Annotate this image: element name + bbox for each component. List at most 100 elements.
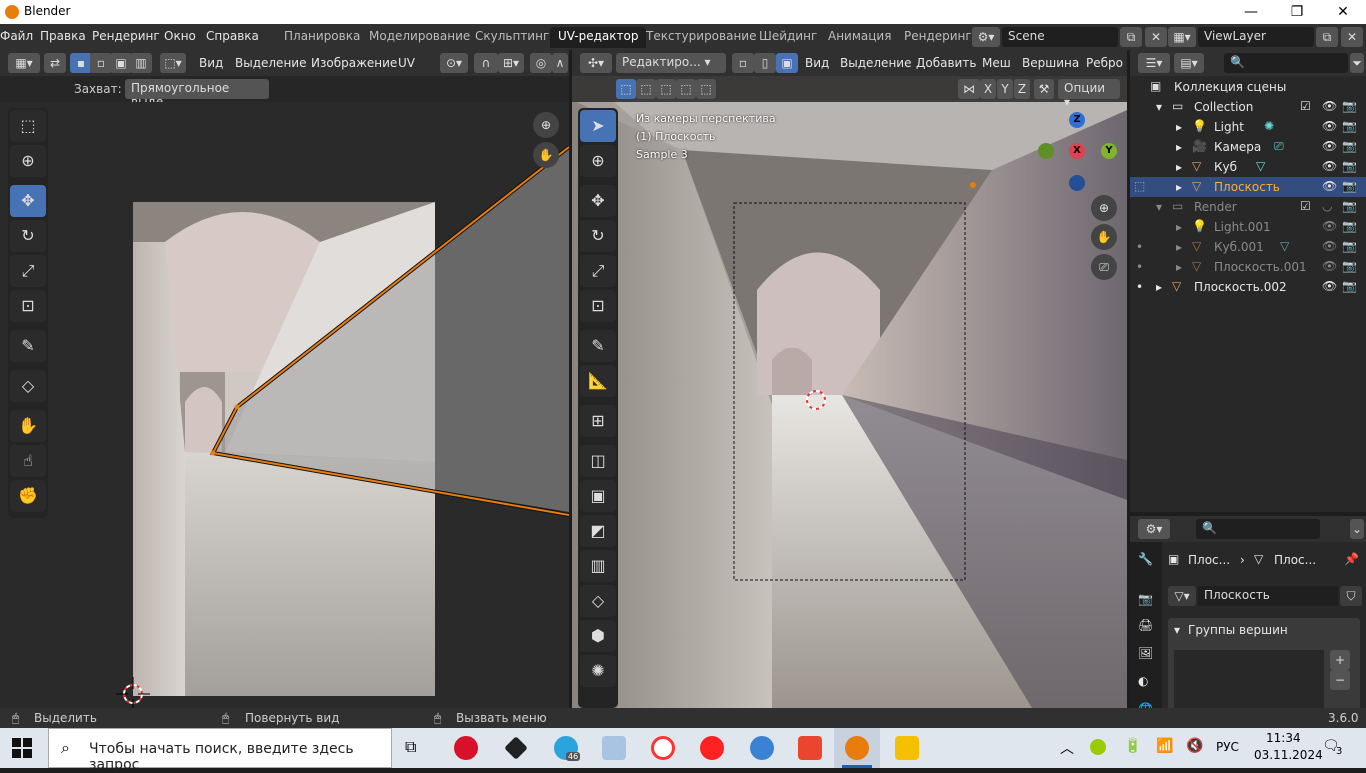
vp-loop-cut-tool-icon[interactable]: ▥	[580, 550, 616, 582]
uv-vertex[interactable]	[210, 450, 216, 456]
uv-vertex[interactable]	[234, 404, 240, 410]
battery-icon[interactable]: 🔋	[1124, 738, 1141, 754]
tab-rendering[interactable]: Рендеринг	[896, 27, 980, 48]
yandex-browser-icon[interactable]	[651, 736, 675, 760]
qbittorrent-icon[interactable]	[750, 736, 774, 760]
outliner-row-cube[interactable]: ▸ ▽ Куб ▽ 👁 📷	[1130, 157, 1366, 177]
wifi-icon[interactable]: 📶	[1156, 738, 1173, 754]
eye-icon[interactable]: 👁	[1322, 119, 1337, 133]
scene-selector-icon[interactable]: ⚙▾	[972, 27, 1000, 47]
expand-arrow-icon[interactable]: ▾	[1156, 100, 1162, 114]
outliner-row-cube-001[interactable]: • ▸ ▽ Куб.001 ▽ 👁 📷	[1130, 237, 1366, 257]
maximize-button[interactable]: ❐	[1274, 0, 1320, 24]
select-mode-invert-icon[interactable]: ⬚	[676, 79, 696, 99]
camera-view-icon[interactable]: ⎚	[1091, 254, 1117, 280]
task-view-icon[interactable]: ⧉	[405, 737, 416, 757]
outliner-row-plane-001[interactable]: • ▸ ▽ Плоскость.001 👁 📷	[1130, 257, 1366, 277]
camera-render-icon[interactable]: 📷	[1342, 99, 1357, 113]
view-layer-selector-icon[interactable]: ▦▾	[1168, 27, 1196, 47]
filter-icon[interactable]: ⏷	[1350, 53, 1364, 73]
yandex-icon[interactable]	[700, 736, 724, 760]
select-box-tool-icon[interactable]: ⬚	[10, 110, 46, 142]
select-mode-intersect-icon[interactable]: ⬚	[696, 79, 716, 99]
mirror-icon[interactable]: ⋈	[958, 79, 980, 99]
clock-time[interactable]: 11:34	[1266, 731, 1301, 745]
expand-arrow-icon[interactable]: ▸	[1176, 140, 1182, 154]
vp-bevel-tool-icon[interactable]: ◩	[580, 515, 616, 547]
eye-hidden-icon[interactable]: ◡	[1322, 199, 1332, 213]
vp-vertex-select-icon[interactable]: ▫	[732, 53, 754, 73]
outliner-row-plane[interactable]: ⬚ ▸ ▽ Плоскость 👁 📷	[1130, 177, 1366, 197]
mirror-y-toggle[interactable]: Y	[997, 79, 1013, 99]
props-options-icon[interactable]: ⌄	[1350, 519, 1364, 539]
checkbox-icon[interactable]: ☑	[1300, 99, 1311, 113]
vp-face-select-icon[interactable]: ▣	[776, 53, 798, 73]
vp-inset-tool-icon[interactable]: ▣	[580, 480, 616, 512]
vp-menu-edge[interactable]: Ребро	[1086, 56, 1123, 70]
3d-viewport-area[interactable]: ✣▾ Редактиро... ▾ ▫ ▯ ▣ Вид Выделение До…	[572, 50, 1127, 708]
checkbox-icon[interactable]: ☑	[1300, 199, 1311, 213]
outliner-row-collection[interactable]: ▾ ▭ Collection ☑ 👁 📷	[1130, 97, 1366, 117]
vp-zoom-icon[interactable]: ⊕	[1091, 195, 1117, 221]
vp-knife-tool-icon[interactable]: ◇	[580, 585, 616, 617]
vp-add-cube-tool-icon[interactable]: ⊞	[580, 405, 616, 437]
add-vertex-group-button[interactable]: +	[1330, 650, 1350, 670]
eye-icon[interactable]: 👁	[1322, 159, 1337, 173]
camera-render-icon[interactable]: 📷	[1342, 159, 1357, 173]
camera-render-icon[interactable]: 📷	[1342, 279, 1357, 293]
display-mode-icon[interactable]: ▤▾	[1174, 53, 1204, 73]
camera-render-icon[interactable]: 📷	[1342, 119, 1357, 133]
snap-mode-dropdown[interactable]: Прямоугольное выде...	[125, 79, 269, 109]
rotate-tool-icon[interactable]: ↻	[10, 220, 46, 252]
menu-help[interactable]: Справка	[206, 29, 259, 43]
proportional-edit-icon[interactable]: ◎	[530, 53, 552, 73]
viewport-editor-type-icon[interactable]: ✣▾	[580, 53, 612, 73]
new-view-layer-icon[interactable]: ⧉	[1316, 27, 1338, 47]
pin-icon[interactable]: 📌	[1344, 552, 1359, 566]
mesh-name-field[interactable]: Плоскость	[1198, 586, 1338, 606]
output-tab-icon[interactable]: 🖨	[1138, 618, 1153, 632]
vp-menu-add[interactable]: Добавить	[916, 56, 976, 70]
vp-scale-tool-icon[interactable]: ⤢	[580, 255, 616, 287]
expand-arrow-icon[interactable]: ▸	[1176, 180, 1182, 194]
tab-sculpting[interactable]: Скульптинг	[467, 27, 557, 48]
mirror-z-toggle[interactable]: Z	[1014, 79, 1030, 99]
delete-view-layer-icon[interactable]: ✕	[1341, 27, 1363, 47]
new-scene-icon[interactable]: ⧉	[1120, 27, 1142, 47]
render-tab-icon[interactable]: 📷	[1138, 592, 1153, 606]
pivot-icon[interactable]: ⊙▾	[440, 53, 468, 73]
tab-layout[interactable]: Планировка	[276, 27, 368, 48]
wrench-icon[interactable]: ⚒	[1034, 79, 1054, 99]
eye-icon[interactable]: 👁	[1322, 219, 1337, 233]
expand-arrow-icon[interactable]: ▾	[1156, 200, 1162, 214]
tab-shading[interactable]: Шейдинг	[751, 27, 825, 48]
tray-chevron-icon[interactable]: ︿	[1060, 738, 1074, 758]
tab-texture-paint[interactable]: Текстурирование	[638, 27, 764, 48]
menu-render[interactable]: Рендеринг	[92, 29, 160, 43]
camera-render-icon[interactable]: 📷	[1342, 219, 1357, 233]
navigation-gizmo[interactable]: Z X Y	[1032, 110, 1122, 195]
annotate-tool-icon[interactable]: ✎	[10, 330, 46, 362]
vp-rotate-tool-icon[interactable]: ↻	[580, 220, 616, 252]
outliner-search-input[interactable]: 🔍	[1224, 53, 1348, 73]
vp-spin-tool-icon[interactable]: ✺	[580, 655, 616, 687]
outliner-row-light[interactable]: ▸ 💡 Light ✺ 👁 📷	[1130, 117, 1366, 137]
zoom-icon[interactable]: ⊕	[533, 112, 559, 138]
uv-canvas[interactable]	[0, 102, 569, 708]
expand-arrow-icon[interactable]: ▸	[1176, 160, 1182, 174]
gizmo-neg-z-axis[interactable]	[1069, 175, 1085, 191]
menu-file[interactable]: Файл	[0, 29, 33, 43]
edit-mode-icon[interactable]: ⬚	[1134, 179, 1145, 193]
gizmo-z-axis[interactable]: Z	[1069, 112, 1085, 128]
select-mode-subtract-icon[interactable]: ⬚	[656, 79, 676, 99]
face-select-icon[interactable]: ▣	[110, 53, 132, 73]
vp-move-tool-icon[interactable]: ✥	[580, 185, 616, 217]
vp-extrude-tool-icon[interactable]: ◫	[580, 445, 616, 477]
photos-icon[interactable]	[602, 736, 626, 760]
expand-arrow-icon[interactable]: ▸	[1156, 280, 1162, 294]
eye-icon[interactable]: 👁	[1322, 179, 1337, 193]
snap-icon[interactable]: ∩	[474, 53, 498, 73]
properties-editor-type-icon[interactable]: ⚙▾	[1138, 519, 1170, 539]
tab-animation[interactable]: Анимация	[820, 27, 899, 48]
properties-search-input[interactable]: 🔍	[1196, 519, 1320, 539]
